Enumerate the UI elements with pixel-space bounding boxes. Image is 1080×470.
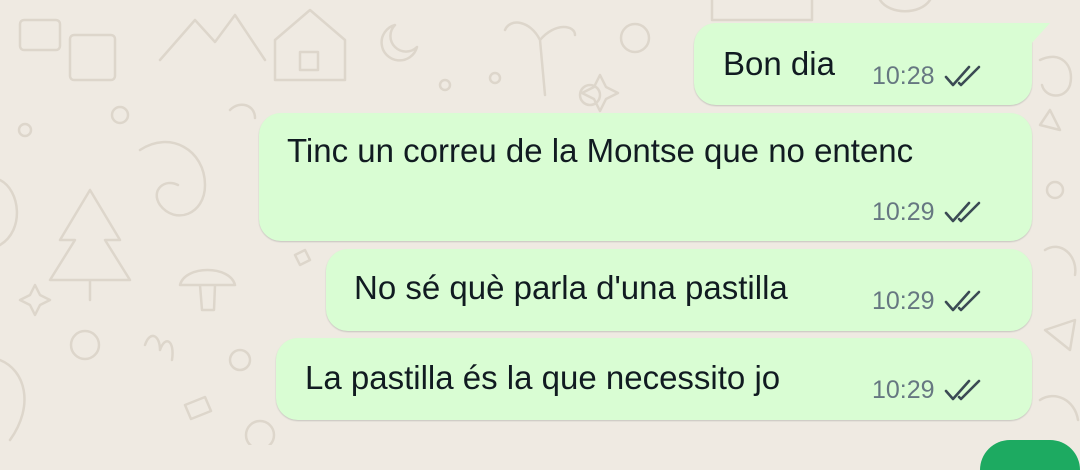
message-bubble[interactable]: Tinc un correu de la Montse que no enten… — [259, 113, 1032, 241]
message-time: 10:29 — [872, 376, 935, 404]
message-bubble[interactable]: No sé què parla d'una pastilla 10:29 — [326, 249, 1032, 331]
message-bubble[interactable]: Bon dia 10:28 — [694, 23, 1050, 105]
message-time: 10:28 — [872, 62, 935, 90]
message-meta: 10:29 — [872, 197, 983, 227]
double-check-icon — [944, 65, 980, 87]
message-text: Tinc un correu de la Montse que no enten… — [287, 132, 914, 169]
message-time: 10:29 — [872, 198, 935, 226]
double-check-icon — [944, 379, 980, 401]
message-text: La pastilla és la que necessito jo — [305, 359, 781, 396]
message-meta: 10:29 — [872, 286, 983, 316]
message-meta: 10:29 — [872, 375, 983, 405]
double-check-icon — [944, 290, 980, 312]
message-list: Bon dia 10:28 Tinc un correu de la Monts… — [0, 0, 1080, 445]
message-text: Bon dia — [723, 45, 835, 82]
bubble-tail — [1030, 23, 1050, 45]
message-time: 10:29 — [872, 287, 935, 315]
double-check-icon — [944, 201, 980, 223]
message-meta: 10:28 — [872, 61, 983, 91]
message-bubble[interactable]: La pastilla és la que necessito jo 10:29 — [276, 338, 1032, 420]
message-text: No sé què parla d'una pastilla — [354, 269, 788, 306]
